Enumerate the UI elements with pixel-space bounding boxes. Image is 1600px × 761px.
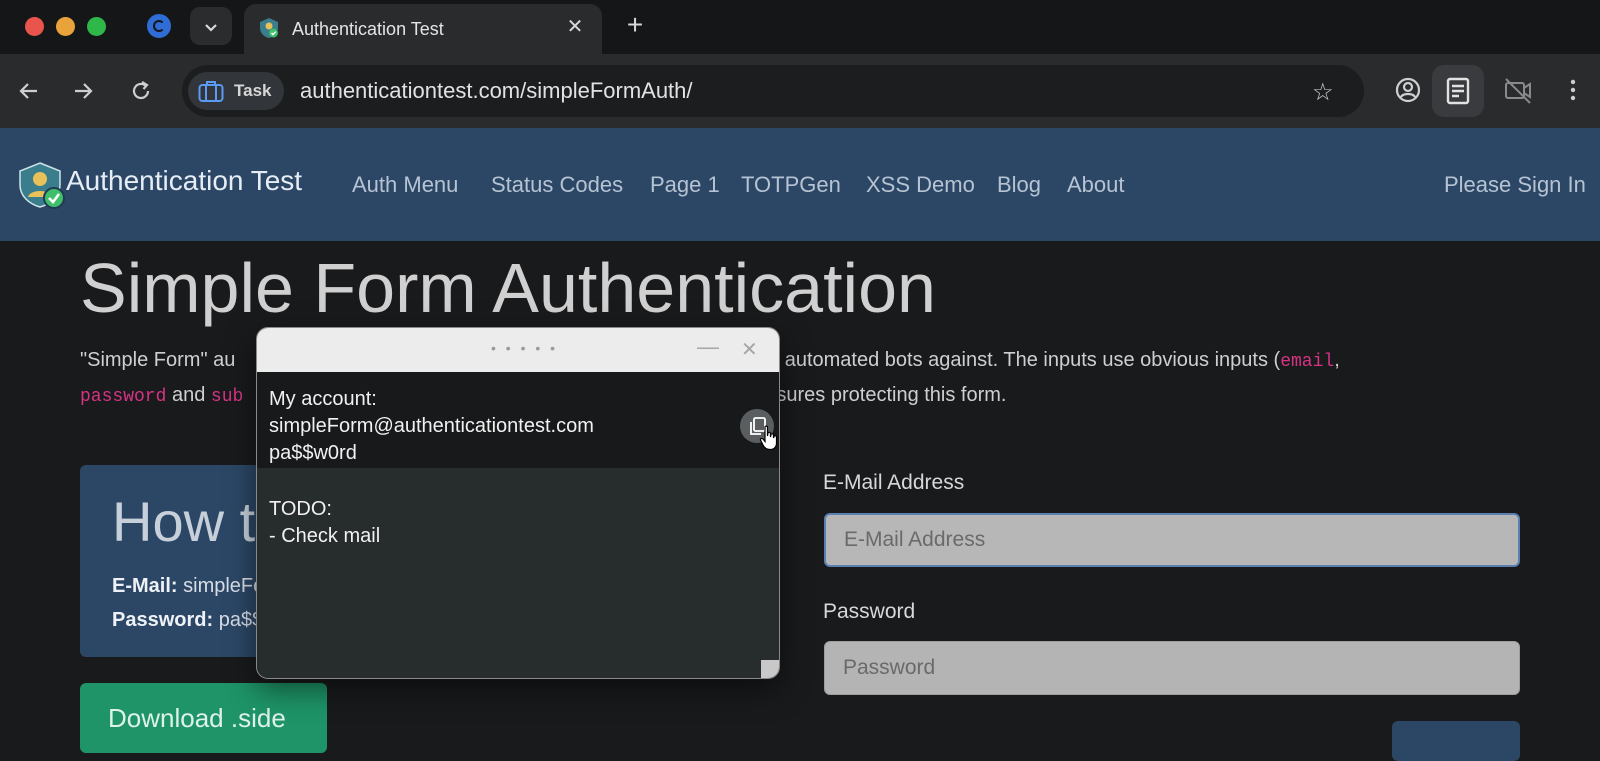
close-icon[interactable]: ✕ <box>741 337 758 362</box>
account-icon[interactable] <box>1392 74 1424 106</box>
resize-handle[interactable] <box>761 660 779 678</box>
drag-handle-icon[interactable]: • • • • • <box>491 340 558 356</box>
site-logo-icon[interactable] <box>18 161 66 209</box>
close-window-button[interactable] <box>25 17 44 36</box>
download-label: Download .side <box>108 703 286 733</box>
camera-off-icon[interactable] <box>1502 74 1534 106</box>
site-navbar: Authentication Test Auth Menu Status Cod… <box>0 128 1600 241</box>
reload-icon[interactable] <box>128 78 154 104</box>
forward-arrow-icon[interactable] <box>70 78 96 104</box>
new-tab-button[interactable]: + <box>620 10 650 40</box>
code-email: email <box>1280 352 1335 372</box>
nav-link-blog[interactable]: Blog <box>997 172 1041 198</box>
code-password: password <box>80 387 167 407</box>
note-titlebar[interactable]: • • • • • — ✕ <box>257 328 779 372</box>
briefcase-icon <box>198 81 224 102</box>
browser-toolbar: Task authenticationtest.com/simpleFormAu… <box>0 54 1600 128</box>
more-vert-icon[interactable] <box>1557 74 1589 106</box>
description-text: , <box>1334 349 1340 371</box>
page-title: Simple Form Authentication <box>80 249 936 327</box>
chevron-down-icon <box>205 24 217 32</box>
hand-cursor-icon <box>759 425 778 451</box>
email-field-label: E-Mail Address <box>823 471 965 494</box>
minimize-window-button[interactable] <box>56 17 75 36</box>
task-chip[interactable]: Task <box>188 72 284 110</box>
nav-link-auth-menu[interactable]: Auth Menu <box>352 172 458 198</box>
tab-bar: Authentication Test ✕ + <box>0 0 1600 54</box>
nav-link-page-1[interactable]: Page 1 <box>650 172 720 198</box>
address-bar[interactable]: Task authenticationtest.com/simpleFormAu… <box>182 65 1364 117</box>
submit-button[interactable] <box>1392 721 1520 761</box>
note-line: - Check mail <box>269 525 381 547</box>
task-label: Task <box>234 81 272 100</box>
email-field[interactable] <box>824 513 1520 567</box>
tab-close-icon[interactable]: ✕ <box>564 16 586 38</box>
description-text: "Simple Form" au <box>80 349 236 371</box>
profile-icon[interactable] <box>147 14 171 38</box>
minimize-icon[interactable]: — <box>697 334 719 360</box>
password-field[interactable] <box>824 641 1520 695</box>
code-submit: sub <box>210 387 244 407</box>
nav-link-status-codes[interactable]: Status Codes <box>491 172 623 198</box>
star-icon[interactable]: ☆ <box>1312 78 1334 107</box>
password-label: Password: <box>112 609 214 631</box>
tab-search-button[interactable] <box>190 7 232 45</box>
note-line: My account: <box>269 388 377 410</box>
download-side-button[interactable]: Download .side <box>80 683 327 753</box>
note-line: simpleForm@authenticationtest.com <box>269 415 594 437</box>
email-label: E-Mail: <box>112 575 178 597</box>
reading-mode-button[interactable] <box>1432 65 1484 117</box>
sign-in-link[interactable]: Please Sign In <box>1444 172 1586 198</box>
nav-link-totpgen[interactable]: TOTPGen <box>741 172 841 198</box>
nav-link-xss-demo[interactable]: XSS Demo <box>866 172 975 198</box>
nav-link-about[interactable]: About <box>1067 172 1125 198</box>
brand-link[interactable]: Authentication Test <box>66 165 302 197</box>
description-text: and <box>166 384 211 406</box>
note-line: TODO: <box>269 498 332 520</box>
maximize-window-button[interactable] <box>87 17 106 36</box>
active-tab[interactable]: Authentication Test ✕ <box>244 4 602 54</box>
description-text: rite automated bots against. The inputs … <box>751 349 1281 371</box>
back-arrow-icon[interactable] <box>16 78 42 104</box>
url-text[interactable]: authenticationtest.com/simpleFormAuth/ <box>300 78 693 104</box>
floating-note-window[interactable]: • • • • • — ✕ My account: simpleForm@aut… <box>256 327 780 679</box>
password-field-label: Password <box>823 600 916 623</box>
note-body[interactable]: My account: simpleForm@authenticationtes… <box>257 372 779 678</box>
tab-title: Authentication Test <box>292 19 444 39</box>
note-line: pa$$w0rd <box>269 442 357 464</box>
site-favicon-icon <box>260 18 278 38</box>
reading-mode-icon <box>1446 77 1470 105</box>
